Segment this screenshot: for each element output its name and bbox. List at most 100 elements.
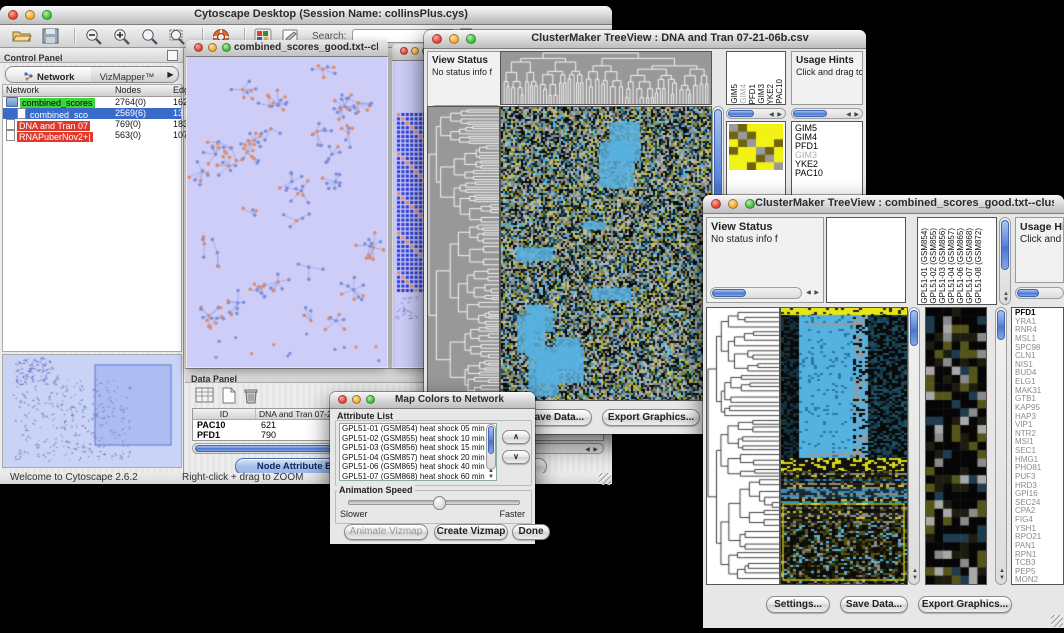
slider-knob[interactable] <box>433 496 446 510</box>
document-icon <box>17 108 26 119</box>
close-icon[interactable] <box>432 34 442 44</box>
done-button[interactable]: Done <box>512 524 550 540</box>
heatmap-canvas[interactable] <box>500 106 712 401</box>
close-icon[interactable] <box>338 395 347 404</box>
animate-vizmap-button[interactable]: Animate Vizmap <box>344 524 428 540</box>
close-icon[interactable] <box>8 10 18 20</box>
treeview2-titlebar[interactable]: ClusterMaker TreeView : combined_scores_… <box>703 195 1064 214</box>
heatmap-canvas[interactable] <box>780 307 908 585</box>
zoom-in-icon[interactable] <box>112 28 134 45</box>
create-vizmap-button[interactable]: Create Vizmap <box>434 524 508 540</box>
col-network[interactable]: Network <box>6 85 114 96</box>
list-item[interactable]: GPL51-03 (GSM856) <box>938 228 947 304</box>
save-data-button[interactable]: Save Data... <box>840 596 908 613</box>
minimize-icon[interactable] <box>352 395 361 404</box>
list-item[interactable]: PAC10 <box>775 79 784 104</box>
minimize-icon[interactable] <box>208 43 217 52</box>
correlation-matrix[interactable] <box>729 124 783 170</box>
datapanel-table-icon[interactable] <box>195 387 215 409</box>
minimize-icon[interactable] <box>728 199 738 209</box>
zoom-window-icon[interactable] <box>42 10 52 20</box>
usage-hints-scrollbar[interactable] <box>1015 287 1064 299</box>
treeview2-gene-labels[interactable]: PFD1YRA1RNR4MSL1SPC98CLN1NIS1BUD4ELG1MAK… <box>1011 307 1064 585</box>
tab-vizmapper[interactable]: VizMapper™ <box>91 66 164 83</box>
list-item[interactable]: GPL51-03 (GSM856) heat shock 15 min <box>342 443 496 453</box>
main-titlebar[interactable]: Cytoscape Desktop (Session Name: collins… <box>0 6 612 25</box>
minimize-icon[interactable] <box>449 34 459 44</box>
list-item[interactable]: GPL51-08 (GSM872) <box>974 228 983 304</box>
row-dendrogram[interactable] <box>706 307 780 585</box>
network-canvas[interactable] <box>187 57 387 367</box>
zoom-out-icon[interactable] <box>84 28 106 45</box>
treeview2-title: ClusterMaker TreeView : combined_scores_… <box>755 197 1054 209</box>
detail-heatmap-canvas[interactable] <box>925 307 987 585</box>
column-dendrogram[interactable] <box>500 51 712 105</box>
usage-hints-scrollbar[interactable]: ◀ ▶ <box>791 108 863 119</box>
zoom-window-icon[interactable] <box>222 43 231 52</box>
list-item[interactable]: MON2 <box>1015 576 1063 585</box>
close-icon[interactable] <box>194 43 203 52</box>
id-column-header[interactable]: ID <box>193 409 256 419</box>
row-dendrogram[interactable] <box>427 106 500 401</box>
list-item[interactable]: GPL51-01 (GSM854) heat shock 05 min <box>342 424 496 434</box>
network-row-combined-scores[interactable]: combined_scores 2764(0) 16218(0) <box>3 97 181 108</box>
view-status-scrollbar[interactable] <box>710 287 802 299</box>
heatmap-vscrollbar[interactable]: ▲▼ <box>908 307 920 585</box>
column-labels-scrollbar[interactable]: ◀ ▶ <box>726 108 786 119</box>
network-row-selected[interactable]: combined_sco 2569(6) 13112(15) <box>3 108 181 119</box>
datapanel-trash-icon[interactable] <box>243 387 259 409</box>
list-item[interactable]: GPL51-06 (GSM865) heat shock 40 min <box>342 462 496 472</box>
datapanel-new-doc-icon[interactable] <box>221 387 237 409</box>
list-item[interactable]: PFD1 <box>748 84 757 104</box>
tab-overflow-arrow[interactable]: ▶ <box>163 66 179 83</box>
list-item[interactable]: GPL51-02 (GSM855) <box>929 228 938 304</box>
list-item[interactable]: GPL51-06 (GSM865) <box>956 228 965 304</box>
treeview2-column-labels[interactable]: GPL51-01 (GSM854)GPL51-02 (GSM855)GPL51-… <box>917 217 997 305</box>
move-down-button[interactable]: ∨ <box>502 450 530 464</box>
move-up-button[interactable]: ∧ <box>502 430 530 444</box>
list-item[interactable]: GPL51-07 (GSM868) <box>965 228 974 304</box>
network-row-rnapuber[interactable]: RNAPuberNov2+| 563(0) 107847(0) <box>3 130 181 141</box>
minimize-icon[interactable] <box>411 47 419 55</box>
zoom-selected-icon[interactable] <box>140 28 162 45</box>
animation-speed-slider[interactable] <box>348 500 520 505</box>
export-graphics-button[interactable]: Export Graphics... <box>602 409 700 426</box>
attribute-list[interactable]: GPL51-01 (GSM854) heat shock 05 minGPL51… <box>339 423 497 481</box>
network-table-header[interactable]: Network Nodes Edges <box>3 85 181 97</box>
birdseye-view[interactable] <box>2 354 182 468</box>
detail-vscrollbar[interactable]: ▲▼ <box>995 307 1007 585</box>
network-row-dna-tran[interactable]: DNA and Tran 07 769(0) 183728(0) <box>3 119 181 130</box>
minimize-icon[interactable] <box>25 10 35 20</box>
tab-network[interactable]: Network <box>5 66 93 83</box>
treeview1-column-labels[interactable]: GIM5GIM4PFD1GIM3YKE2PAC10 <box>726 51 786 105</box>
list-item[interactable]: GPL51-07 (GSM868) heat shock 60 min <box>342 472 496 481</box>
open-file-icon[interactable] <box>12 28 34 45</box>
resize-grip[interactable] <box>1051 615 1063 627</box>
treeview1-usage-hints: Usage Hints Click and drag tc <box>791 51 863 105</box>
attribute-list-scrollbar[interactable] <box>486 424 496 470</box>
list-item[interactable]: GPL51-04 (GSM857) <box>947 228 956 304</box>
list-item[interactable]: GPL51-02 (GSM855) heat shock 10 min <box>342 434 496 444</box>
list-item[interactable]: YKE2 <box>766 84 775 104</box>
resize-grip[interactable] <box>599 473 611 485</box>
save-icon[interactable] <box>42 28 64 45</box>
zoom-window-icon[interactable] <box>745 199 755 209</box>
settings-button[interactable]: Settings... <box>766 596 830 613</box>
list-item[interactable]: GPL51-04 (GSM857) heat shock 20 min <box>342 453 496 463</box>
list-item[interactable]: GIM3 <box>757 84 766 104</box>
list-item[interactable]: GIM5 <box>730 84 739 104</box>
col-nodes[interactable]: Nodes <box>115 85 171 96</box>
float-panel-icon[interactable] <box>167 50 178 61</box>
close-icon[interactable] <box>400 47 408 55</box>
column-labels-vscrollbar[interactable]: ▲▼ <box>999 217 1011 305</box>
treeview1-titlebar[interactable]: ClusterMaker TreeView : DNA and Tran 07-… <box>424 30 866 49</box>
list-item[interactable]: PAC10 <box>795 169 862 178</box>
tab-vizmapper-label: VizMapper™ <box>100 72 155 83</box>
close-icon[interactable] <box>711 199 721 209</box>
list-item[interactable]: GPL51-01 (GSM854) <box>920 228 929 304</box>
zoom-window-icon[interactable] <box>466 34 476 44</box>
export-graphics-button[interactable]: Export Graphics... <box>918 596 1012 613</box>
control-panel-title: Control Panel <box>4 53 63 63</box>
list-item[interactable]: GIM4 <box>739 84 748 104</box>
treeview2-window: ClusterMaker TreeView : combined_scores_… <box>703 195 1064 628</box>
